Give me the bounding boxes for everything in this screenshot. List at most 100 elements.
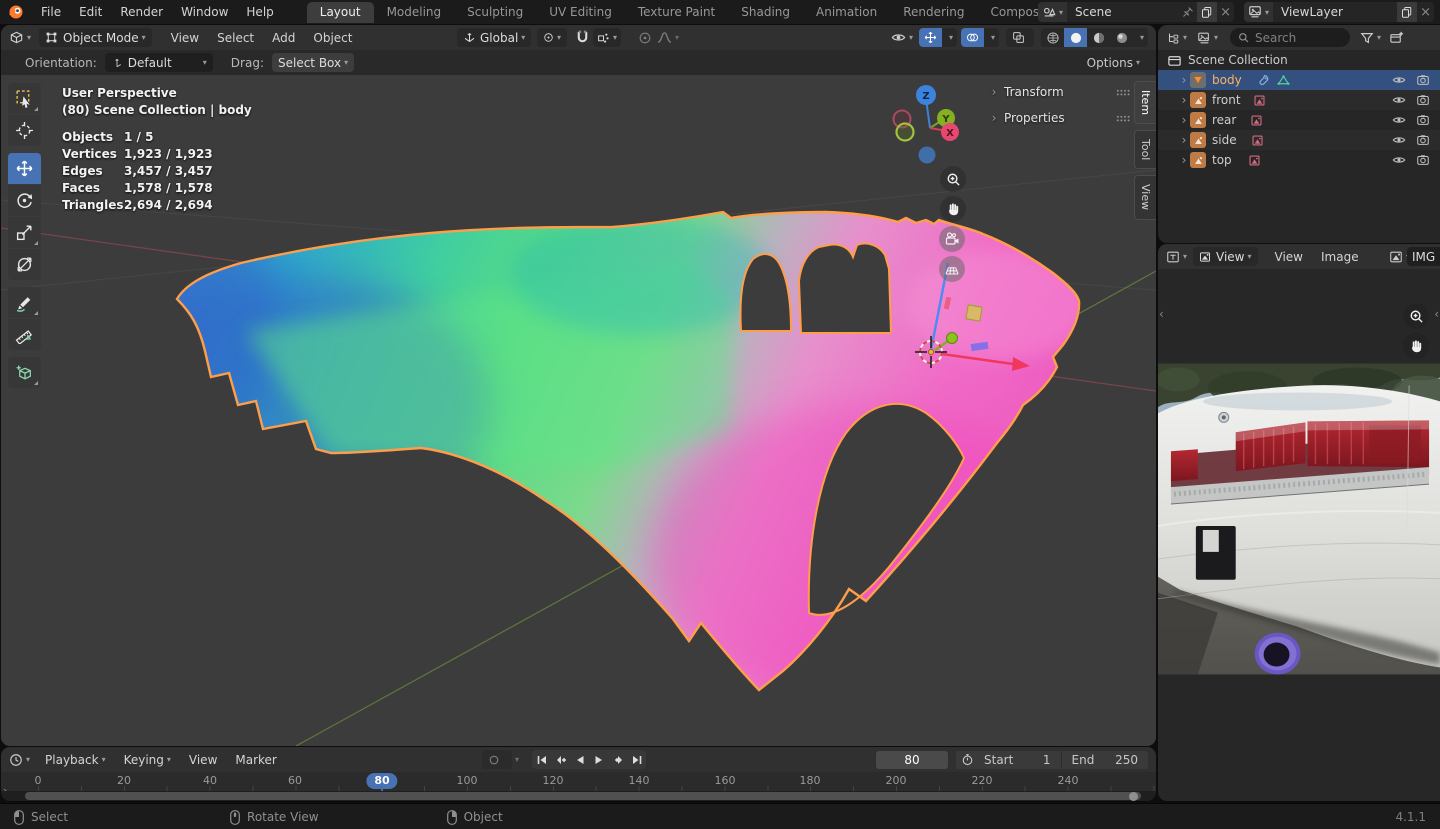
sidebar-tab-item[interactable]: Item: [1134, 81, 1156, 125]
menu-edit[interactable]: Edit: [70, 5, 111, 19]
outliner-item-body[interactable]: › body: [1158, 70, 1440, 90]
menu-render[interactable]: Render: [111, 5, 172, 19]
tool-add-cube[interactable]: [8, 357, 41, 388]
current-frame-field[interactable]: 80: [876, 750, 948, 769]
outliner-item-rear[interactable]: › rear: [1158, 110, 1440, 130]
mesh-data-icon[interactable]: [1277, 74, 1290, 87]
hide-eye-icon[interactable]: [1392, 153, 1406, 167]
expand-icon[interactable]: ›: [1178, 113, 1190, 127]
outliner-filter-mode-dropdown[interactable]: ▾: [1197, 31, 1218, 45]
image-mode-dropdown[interactable]: View ▾: [1193, 247, 1258, 266]
prev-keyframe-button[interactable]: [551, 750, 570, 769]
shading-solid-button[interactable]: [1064, 28, 1087, 47]
hide-eye-icon[interactable]: [1392, 113, 1406, 127]
image-editor-menu-image[interactable]: Image: [1312, 250, 1368, 264]
navigation-gizmo[interactable]: Z Y X: [892, 85, 960, 164]
viewport-menu-select[interactable]: Select: [208, 31, 263, 45]
menu-window[interactable]: Window: [172, 5, 237, 19]
editor-type-icon[interactable]: ▾: [9, 30, 31, 45]
new-collection-button[interactable]: [1389, 30, 1404, 45]
show-overlays-toggle[interactable]: [961, 28, 984, 47]
tool-scale[interactable]: [8, 217, 41, 248]
camera-view-button[interactable]: [939, 226, 965, 252]
timeline-scrollbar[interactable]: [1, 791, 1156, 801]
outliner-search-input[interactable]: Search: [1230, 28, 1351, 47]
editor-type-icon[interactable]: ▾: [9, 753, 30, 767]
scrollbar-thumb[interactable]: [25, 791, 1141, 801]
image-editor-menu-view[interactable]: View: [1266, 250, 1312, 264]
outliner-item-front[interactable]: › front: [1158, 90, 1440, 110]
hide-eye-icon[interactable]: [1392, 73, 1406, 87]
menu-help[interactable]: Help: [237, 5, 282, 19]
image-data-icon[interactable]: [1253, 94, 1266, 107]
drag-dropdown[interactable]: Select Box ▾: [271, 53, 355, 72]
scrollbar-zoom-knob[interactable]: [1129, 791, 1138, 801]
tool-rotate[interactable]: [8, 185, 41, 216]
tab-animation[interactable]: Animation: [803, 2, 890, 23]
image-data-icon[interactable]: [1248, 154, 1261, 167]
timeline-menu-playback[interactable]: Playback ▾: [36, 753, 115, 767]
shading-rendered-button[interactable]: [1110, 28, 1133, 47]
tool-annotate[interactable]: [8, 287, 41, 318]
jump-to-start-button[interactable]: [532, 750, 551, 769]
remove-viewlayer-icon[interactable]: ×: [1417, 5, 1434, 20]
new-scene-icon[interactable]: [1197, 2, 1218, 22]
scene-icon[interactable]: ▾: [1038, 2, 1068, 22]
disable-render-camera-icon[interactable]: [1416, 153, 1430, 167]
orientation-dropdown[interactable]: Default ▾: [104, 53, 213, 72]
viewport-menu-add[interactable]: Add: [263, 31, 304, 45]
region-toggle-left-icon[interactable]: ‹: [1159, 307, 1164, 321]
shading-material-button[interactable]: [1087, 28, 1110, 47]
viewport-menu-view[interactable]: View: [162, 31, 208, 45]
image-pan-button[interactable]: [1403, 333, 1429, 359]
timeline-menu-marker[interactable]: Marker: [226, 753, 285, 767]
start-frame-field[interactable]: Start 1: [974, 753, 1061, 767]
visibility-dropdown[interactable]: ▾: [891, 30, 913, 45]
image-data-icon[interactable]: [1250, 114, 1263, 127]
end-frame-field[interactable]: End 250: [1062, 753, 1149, 767]
options-dropdown[interactable]: Options ▾: [1087, 56, 1140, 70]
gizmo-dropdown[interactable]: ▾: [942, 28, 957, 47]
use-preview-range-icon[interactable]: [961, 753, 974, 766]
drag-grip-icon[interactable]: [1116, 114, 1130, 122]
drag-grip-icon[interactable]: [1116, 88, 1130, 96]
show-gizmo-toggle[interactable]: [919, 28, 942, 47]
tab-layout[interactable]: Layout: [306, 1, 374, 23]
collection-row[interactable]: Scene Collection: [1158, 50, 1440, 70]
expand-icon[interactable]: ›: [1178, 153, 1190, 167]
viewport-menu-object[interactable]: Object: [304, 31, 361, 45]
expand-icon[interactable]: ›: [1178, 73, 1190, 87]
expand-icon[interactable]: ›: [1178, 133, 1190, 147]
outliner-filter-dropdown[interactable]: ▾: [1360, 31, 1381, 45]
pan-hand-button[interactable]: [940, 196, 966, 222]
tab-sculpting[interactable]: Sculpting: [454, 2, 536, 23]
disable-render-camera-icon[interactable]: [1416, 93, 1430, 107]
pivot-point-dropdown[interactable]: ▾: [537, 28, 567, 47]
object-name[interactable]: rear: [1212, 113, 1236, 127]
proportional-falloff-icon[interactable]: ▾: [657, 31, 679, 44]
viewlayer-icon[interactable]: ▾: [1244, 2, 1274, 22]
timeline-menu-keying[interactable]: Keying ▾: [115, 753, 180, 767]
image-canvas[interactable]: ‹ ‹: [1158, 269, 1440, 801]
object-name[interactable]: body: [1212, 73, 1242, 87]
snap-with-dropdown[interactable]: ▾: [593, 28, 622, 47]
next-keyframe-button[interactable]: [608, 750, 627, 769]
outliner-item-side[interactable]: › side: [1158, 130, 1440, 150]
shading-wireframe-button[interactable]: [1041, 28, 1064, 47]
disable-render-camera-icon[interactable]: [1416, 133, 1430, 147]
hide-eye-icon[interactable]: [1392, 133, 1406, 147]
object-name[interactable]: top: [1212, 153, 1232, 167]
tool-measure[interactable]: [8, 319, 41, 350]
menu-file[interactable]: File: [32, 5, 70, 19]
tab-shading[interactable]: Shading: [728, 2, 803, 23]
image-data-icon[interactable]: [1251, 134, 1264, 147]
region-toggle-right-icon[interactable]: ‹: [1434, 307, 1439, 321]
tab-uv-editing[interactable]: UV Editing: [536, 2, 625, 23]
timeline-menu-view[interactable]: View: [180, 753, 226, 767]
hide-eye-icon[interactable]: [1392, 93, 1406, 107]
overlays-dropdown[interactable]: ▾: [984, 28, 999, 47]
sidebar-tab-view[interactable]: View: [1134, 175, 1156, 220]
editor-type-icon[interactable]: ▾: [1166, 250, 1187, 264]
zoom-button[interactable]: [940, 166, 966, 192]
new-viewlayer-icon[interactable]: [1397, 2, 1418, 22]
